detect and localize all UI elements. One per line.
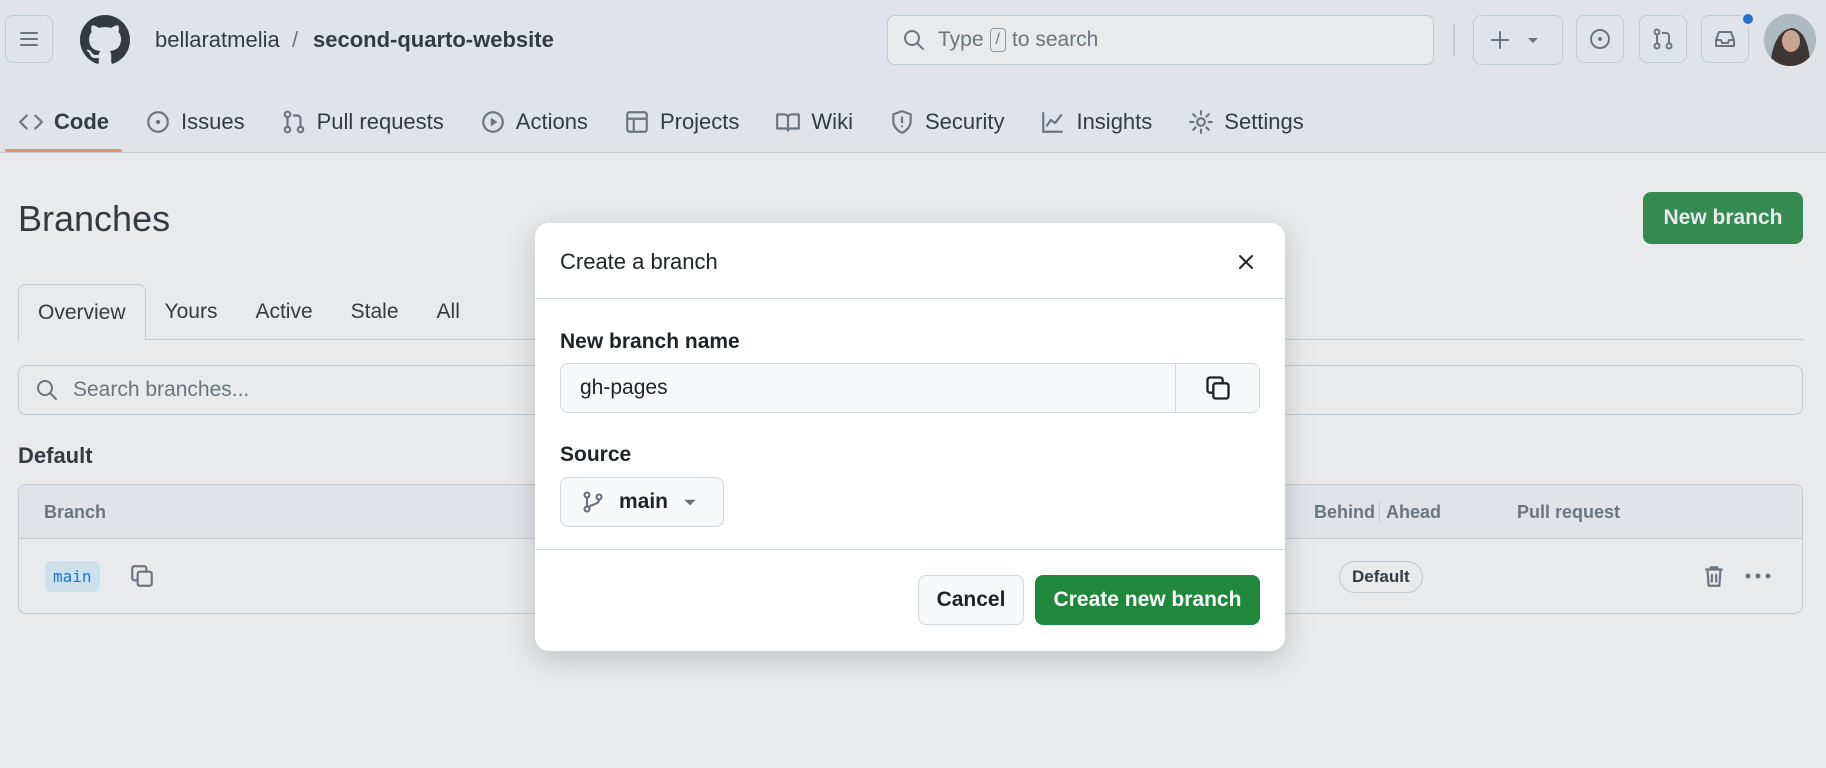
caret-down-icon	[684, 499, 696, 506]
dialog-header: Create a branch	[535, 223, 1285, 299]
branch-name-input[interactable]	[561, 364, 1175, 412]
create-branch-button[interactable]: Create new branch	[1035, 575, 1260, 625]
dialog-footer: Cancel Create new branch	[535, 549, 1285, 651]
dialog-title: Create a branch	[560, 249, 718, 274]
source-branch-select[interactable]: main	[560, 477, 724, 527]
page: bellaratmelia / second-quarto-website Ty…	[0, 0, 1826, 768]
source-branch-value: main	[619, 490, 669, 513]
copy-branch-name-button[interactable]	[1175, 364, 1259, 412]
branch-name-label: New branch name	[560, 330, 740, 353]
close-button[interactable]	[1231, 247, 1261, 277]
copy-icon	[1205, 376, 1230, 400]
close-icon	[1239, 255, 1253, 269]
branch-name-field	[560, 363, 1260, 413]
cancel-button[interactable]: Cancel	[918, 575, 1024, 625]
create-branch-dialog: Create a branch New branch name Source m…	[535, 223, 1285, 651]
source-label: Source	[560, 443, 632, 466]
git-branch-icon	[583, 491, 603, 513]
